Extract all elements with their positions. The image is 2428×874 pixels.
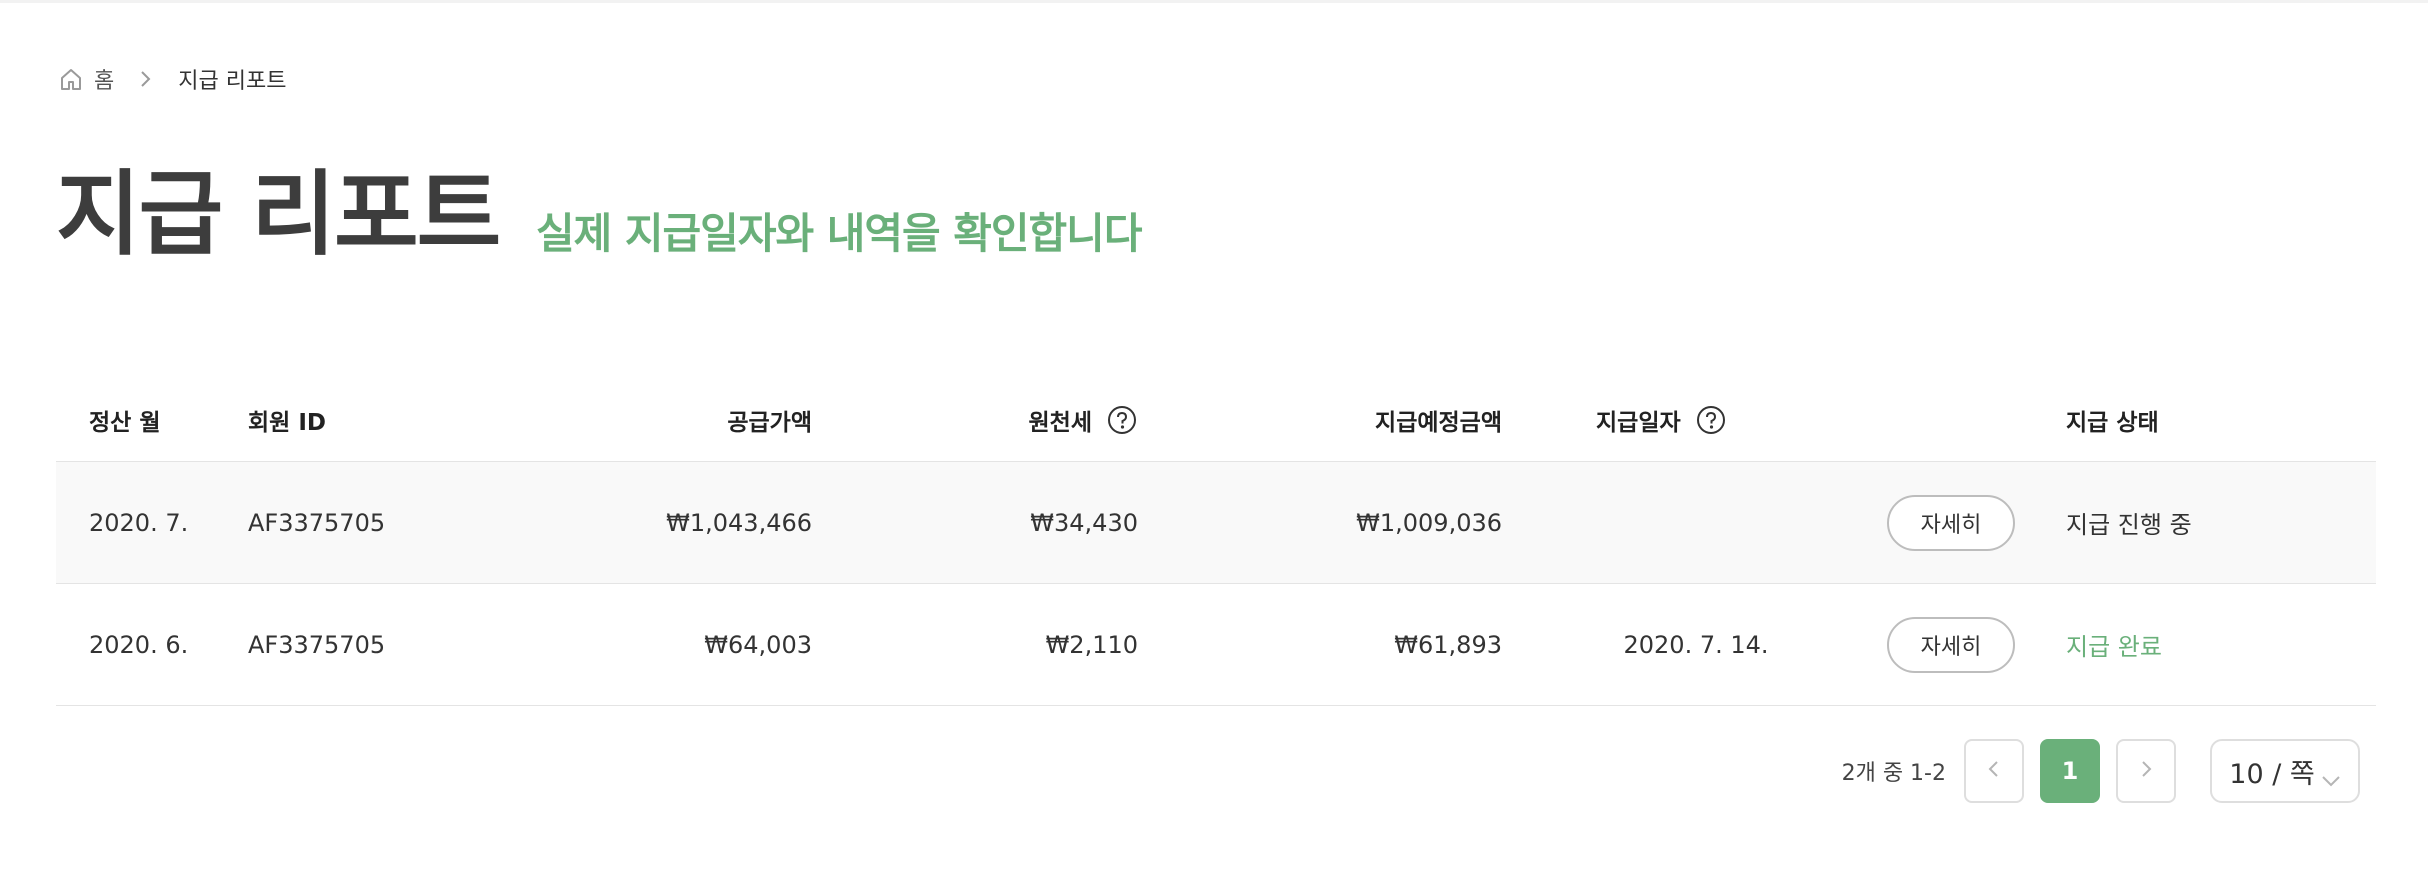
page-size-select[interactable]: 10 / 쪽 xyxy=(2210,739,2360,803)
breadcrumb-home[interactable]: 홈 xyxy=(94,63,114,95)
table-header: 정산 월 회원 ID 공급가액 원천세 지급예정금액 지급일자 지급 상태 xyxy=(56,378,2376,462)
breadcrumb-current: 지급 리포트 xyxy=(178,69,287,94)
next-page-button[interactable] xyxy=(2116,739,2176,803)
pagination: 2개 중 1-2 1 10 / 쪽 xyxy=(1842,738,2360,804)
table-row: 2020. 7. AF3375705 ₩1,043,466 ₩34,430 ₩1… xyxy=(56,462,2376,584)
help-circle-icon[interactable] xyxy=(1695,404,1727,436)
page-title: 지급 리포트 xyxy=(56,161,501,268)
column-header-pay-date: 지급일자 xyxy=(1596,378,1727,461)
home-icon[interactable] xyxy=(58,66,84,92)
status-label: 지급 진행 중 xyxy=(2066,511,2192,539)
payout-table: 정산 월 회원 ID 공급가액 원천세 지급예정금액 지급일자 지급 상태 20… xyxy=(56,378,2376,706)
cell-pay-date: 2020. 7. 14. xyxy=(1623,630,1769,659)
column-header-withholding-tax-label: 원천세 xyxy=(1028,409,1092,436)
column-header-withholding-tax: 원천세 xyxy=(836,378,1138,461)
detail-button[interactable]: 자세히 xyxy=(1887,494,2015,551)
cell-pay-date xyxy=(1596,462,1796,583)
table-row: 2020. 6. AF3375705 ₩64,003 ₩2,110 ₩61,89… xyxy=(56,584,2376,706)
breadcrumb: 홈 지급 리포트 xyxy=(58,62,286,96)
column-header-supply-amount: 공급가액 xyxy=(727,409,812,436)
chevron-left-icon xyxy=(1986,757,2002,785)
cell-withholding-tax: ₩34,430 xyxy=(1030,508,1138,537)
page-subtitle: 실제 지급일자와 내역을 확인합니다 xyxy=(536,209,1142,258)
prev-page-button[interactable] xyxy=(1964,739,2024,803)
cell-detail: 자세히 xyxy=(1876,584,2026,705)
cell-month: 2020. 6. xyxy=(89,630,189,659)
chevron-right-icon xyxy=(2138,757,2154,785)
cell-withholding-tax: ₩2,110 xyxy=(1045,630,1138,659)
column-header-pay-date-label: 지급일자 xyxy=(1596,409,1681,436)
help-circle-icon[interactable] xyxy=(1106,404,1138,436)
cell-expected-amount: ₩61,893 xyxy=(1394,630,1502,659)
page-size-label: 10 / 쪽 xyxy=(2229,758,2315,790)
column-header-month: 정산 월 xyxy=(89,409,161,436)
cell-expected-amount: ₩1,009,036 xyxy=(1356,508,1502,537)
chevron-right-icon xyxy=(138,69,152,89)
cell-supply-amount: ₩1,043,466 xyxy=(666,508,812,537)
detail-button[interactable]: 자세히 xyxy=(1887,616,2015,673)
cell-detail: 자세히 xyxy=(1876,462,2026,583)
cell-month: 2020. 7. xyxy=(89,508,189,537)
column-header-member-id: 회원 ID xyxy=(248,409,326,436)
top-border xyxy=(0,0,2428,3)
page-button-current[interactable]: 1 xyxy=(2040,739,2100,803)
column-header-status: 지급 상태 xyxy=(2066,409,2159,436)
column-header-expected-amount: 지급예정금액 xyxy=(1375,409,1502,436)
cell-supply-amount: ₩64,003 xyxy=(704,630,812,659)
chevron-down-icon xyxy=(2321,764,2341,787)
status-label: 지급 완료 xyxy=(2066,633,2162,661)
page-summary: 2개 중 1-2 xyxy=(1841,761,1946,786)
